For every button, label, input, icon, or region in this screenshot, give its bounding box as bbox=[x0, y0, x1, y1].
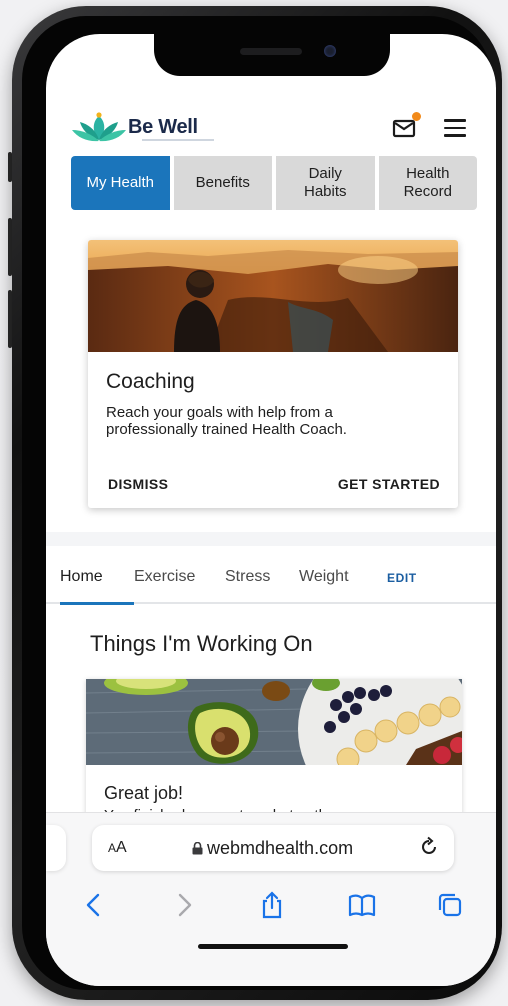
previous-tab-peek[interactable] bbox=[46, 825, 66, 871]
notification-dot bbox=[412, 112, 421, 121]
section-divider bbox=[46, 532, 496, 546]
edit-tabs-button[interactable]: EDIT bbox=[387, 571, 417, 585]
subtab-stress[interactable]: Stress bbox=[225, 568, 270, 586]
tab-my-health[interactable]: My Health bbox=[71, 156, 170, 210]
browser-nav bbox=[46, 887, 496, 927]
topic-tabs: Home Exercise Stress Weight EDIT bbox=[46, 556, 496, 605]
subtab-weight[interactable]: Weight bbox=[299, 568, 349, 586]
tab-benefits[interactable]: Benefits bbox=[173, 156, 272, 210]
forward-icon[interactable] bbox=[170, 891, 198, 919]
share-icon[interactable] bbox=[258, 891, 286, 919]
card-title: Great job! bbox=[104, 783, 184, 803]
coaching-title: Coaching bbox=[106, 370, 195, 393]
subtab-exercise[interactable]: Exercise bbox=[134, 568, 195, 586]
menu-icon[interactable] bbox=[444, 119, 466, 137]
text-size-button[interactable]: AA bbox=[108, 839, 127, 857]
home-indicator[interactable] bbox=[198, 944, 348, 949]
section-title: Things I'm Working On bbox=[90, 631, 313, 656]
url-text: webmdhealth.com bbox=[192, 838, 353, 859]
active-tab-underline bbox=[60, 602, 134, 605]
phone-frame: Be Well My Health Benefits Daily Habits … bbox=[12, 6, 502, 1000]
main-tabs: My Health Benefits Daily Habits Health R… bbox=[71, 156, 477, 210]
coaching-description: Reach your goals with help from a profes… bbox=[106, 404, 347, 438]
tab-health-record[interactable]: Health Record bbox=[378, 156, 477, 210]
speaker bbox=[240, 48, 302, 55]
app-name: Be Well bbox=[128, 116, 198, 138]
notch bbox=[154, 34, 390, 76]
bookmarks-icon[interactable] bbox=[348, 891, 376, 919]
coaching-image bbox=[88, 240, 458, 352]
be-well-logo[interactable]: Be Well bbox=[72, 112, 222, 144]
reload-icon[interactable] bbox=[418, 836, 440, 858]
back-icon[interactable] bbox=[80, 891, 108, 919]
url-value: webmdhealth.com bbox=[207, 838, 354, 858]
food-image bbox=[86, 679, 462, 765]
lotus-icon bbox=[72, 112, 126, 142]
get-started-button[interactable]: GET STARTED bbox=[338, 476, 440, 492]
logo-tagline bbox=[142, 139, 214, 141]
stage: Be Well My Health Benefits Daily Habits … bbox=[0, 0, 508, 1006]
app-header: Be Well bbox=[46, 104, 496, 150]
tab-daily-habits[interactable]: Daily Habits bbox=[276, 156, 375, 210]
lock-icon bbox=[192, 842, 203, 855]
coaching-card: Coaching Reach your goals with help from… bbox=[88, 240, 458, 508]
browser-toolbar: AA webmdhealth.com bbox=[46, 812, 496, 986]
camera bbox=[324, 45, 336, 57]
phone-screen: Be Well My Health Benefits Daily Habits … bbox=[46, 34, 496, 986]
dismiss-button[interactable]: DISMISS bbox=[108, 476, 168, 492]
tabs-icon[interactable] bbox=[436, 891, 464, 919]
address-bar[interactable]: AA webmdhealth.com bbox=[92, 825, 454, 871]
subtab-home[interactable]: Home bbox=[60, 568, 103, 586]
